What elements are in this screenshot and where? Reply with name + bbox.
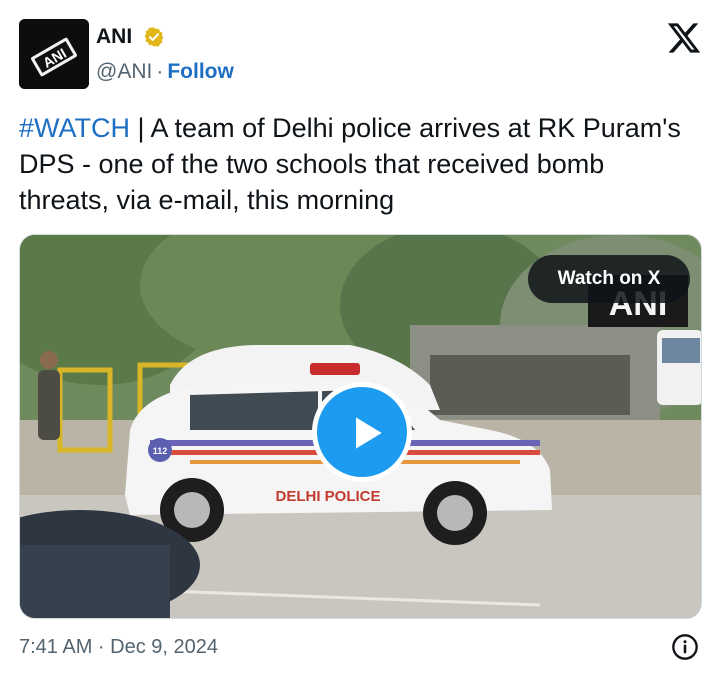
x-logo-icon[interactable] xyxy=(666,20,702,56)
separator: · xyxy=(156,60,164,83)
tweet-timestamp[interactable]: 7:41 AM · Dec 9, 2024 xyxy=(19,636,218,659)
author-handle[interactable]: @ANI xyxy=(96,60,152,83)
author-name[interactable]: ANI xyxy=(96,25,132,49)
tweet-text: #WATCH | A team of Delhi police arrives … xyxy=(19,110,699,218)
tweet-card: ANI ANI @ANI · Follow #WATCH | A team of D… xyxy=(0,0,714,676)
play-button[interactable] xyxy=(312,382,412,482)
watch-on-x-button[interactable]: Watch on X xyxy=(528,255,690,303)
car-label: DELHI POLICE xyxy=(275,488,380,505)
info-icon[interactable] xyxy=(671,633,699,661)
video-player[interactable]: 112 DELHI POLICE ANI Watch on X xyxy=(19,234,702,619)
follow-button[interactable]: Follow xyxy=(167,60,234,83)
avatar[interactable]: ANI xyxy=(19,19,89,89)
play-icon xyxy=(356,417,382,449)
verified-badge-icon xyxy=(143,26,165,48)
handle-row: @ANI · Follow xyxy=(96,60,234,84)
car-number: 112 xyxy=(153,446,168,456)
hashtag-link[interactable]: #WATCH xyxy=(19,113,130,143)
